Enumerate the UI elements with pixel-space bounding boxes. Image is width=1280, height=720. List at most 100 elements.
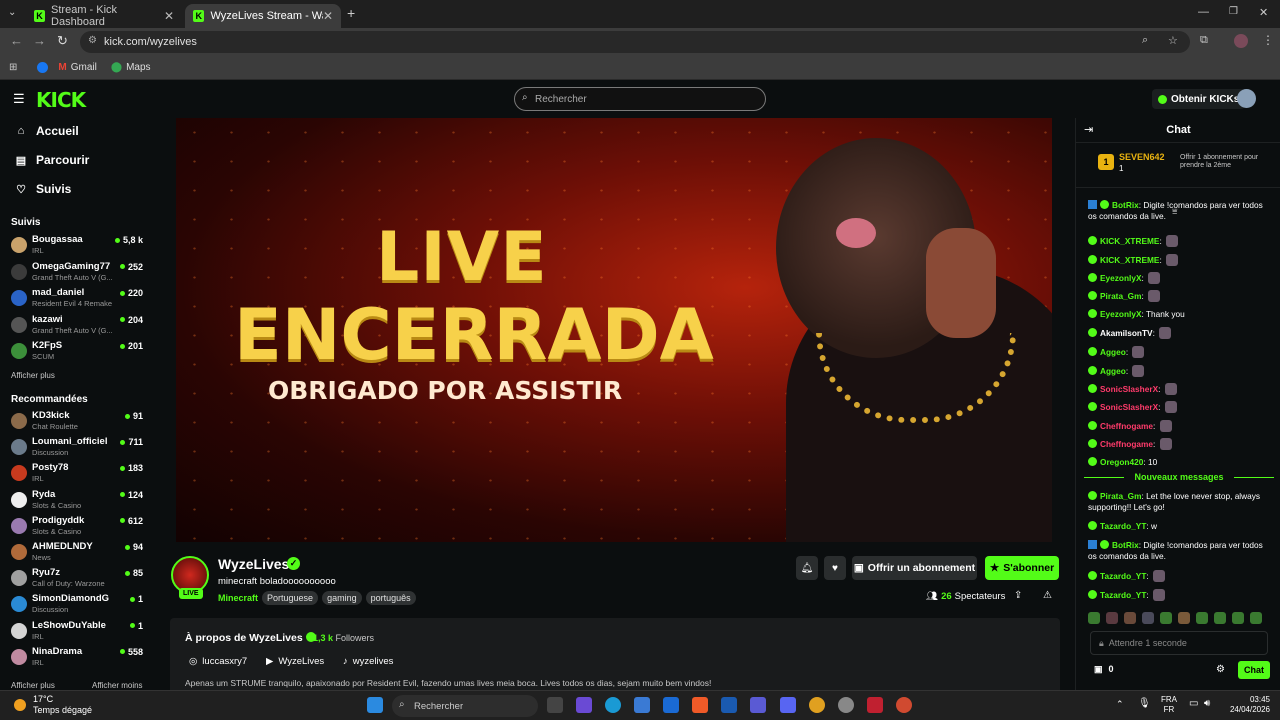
acrobat-icon[interactable] bbox=[867, 697, 883, 713]
instagram-link[interactable]: ◎ luccasxry7 bbox=[189, 656, 247, 667]
sidebar-channel[interactable]: SimonDiamondG Discussion 1 bbox=[11, 593, 145, 617]
close-tab-icon[interactable]: ✕ bbox=[323, 9, 333, 23]
brave-icon[interactable] bbox=[692, 697, 708, 713]
chat-username[interactable]: Tazardo_YT bbox=[1100, 521, 1146, 531]
subscribe-button[interactable]: ★ S'abonner bbox=[985, 556, 1059, 580]
sidebar-channel[interactable]: Ryda Slots & Casino 124 bbox=[11, 489, 145, 513]
nav-following[interactable]: ♡ Suivis bbox=[14, 182, 71, 196]
emote-icon[interactable] bbox=[1124, 612, 1136, 624]
browser-menu-icon[interactable]: ⋮ bbox=[1262, 33, 1274, 47]
get-kicks-button[interactable]: Obtenir KICKs bbox=[1152, 89, 1246, 109]
chat-username[interactable]: BotRix bbox=[1112, 540, 1139, 550]
chat-username[interactable]: EyezonlyX bbox=[1100, 273, 1142, 283]
sidebar-channel[interactable]: OmegaGaming77 Grand Theft Auto V (G... 252 bbox=[11, 261, 145, 285]
sidebar-channel[interactable]: Ryu7z Call of Duty: Warzone 85 bbox=[11, 567, 145, 591]
channel-name[interactable]: WyzeLives bbox=[218, 556, 289, 572]
sidebar-channel[interactable]: Loumani_officiel Discussion 711 bbox=[11, 436, 145, 460]
share-icon[interactable]: ⇪ bbox=[1014, 590, 1022, 601]
microphone-icon[interactable]: 🎙︎ bbox=[1138, 698, 1151, 709]
chat-username[interactable]: SonicSlasherX bbox=[1100, 384, 1158, 394]
sidebar-channel[interactable]: LeShowDuYable IRL 1 bbox=[11, 620, 145, 644]
sidebar-channel[interactable]: Prodigyddk Slots & Casino 612 bbox=[11, 515, 145, 539]
volume-icon[interactable]: 🔊︎ bbox=[1204, 698, 1210, 709]
sidebar-channel[interactable]: K2FpS SCUM 201 bbox=[11, 340, 145, 364]
tiktok-link[interactable]: ♪ wyzelives bbox=[343, 656, 393, 667]
sidebar-channel[interactable]: NinaDrama IRL 558 bbox=[11, 646, 145, 670]
video-player[interactable]: LIVE ENCERRADA OBRIGADO POR ASSISTIR bbox=[176, 118, 1052, 542]
chat-username[interactable]: KICK_XTREME bbox=[1100, 236, 1159, 246]
maximize-icon[interactable]: ❐ bbox=[1229, 6, 1238, 17]
sidebar-channel[interactable]: Bougassaa IRL 5,8 k bbox=[11, 234, 145, 258]
nav-home[interactable]: ⌂ Accueil bbox=[14, 124, 79, 138]
tab-kick-dashboard[interactable]: K Stream - Kick Dashboard ✕ bbox=[26, 4, 182, 28]
url-field[interactable]: ⚙ kick.com/wyzelives ⌕ ☆ bbox=[80, 31, 1190, 53]
tag-chip[interactable]: gaming bbox=[322, 591, 362, 605]
obs-icon[interactable] bbox=[838, 697, 854, 713]
youtube-link[interactable]: ▶ WyzeLives bbox=[266, 656, 324, 667]
chat-input[interactable]: 🔒︎ Attendre 1 seconde bbox=[1090, 631, 1268, 655]
gift-prompt[interactable]: Offrir 1 abonnement pour prendre la 2ème bbox=[1180, 154, 1276, 170]
emote-icon[interactable] bbox=[1142, 612, 1154, 624]
kicks-balance[interactable]: ▣ 0 bbox=[1094, 664, 1114, 675]
teams-icon[interactable] bbox=[750, 697, 766, 713]
tag-chip[interactable]: Portuguese bbox=[262, 591, 319, 605]
search-input[interactable]: ⌕ Rechercher bbox=[514, 87, 766, 111]
forward-icon[interactable]: → bbox=[33, 33, 46, 48]
emote-icon[interactable] bbox=[1196, 612, 1208, 624]
chat-username[interactable]: BotRix bbox=[1112, 200, 1139, 210]
sidebar-channel[interactable]: Posty78 IRL 183 bbox=[11, 462, 145, 486]
category-link[interactable]: Minecraft bbox=[218, 593, 258, 603]
bookmark-maps[interactable]: Maps bbox=[126, 62, 150, 73]
copilot-icon[interactable] bbox=[576, 697, 592, 713]
chat-username[interactable]: Oregon420 bbox=[1100, 457, 1143, 467]
show-less-recommended[interactable]: Afficher moins bbox=[92, 681, 143, 690]
kick-logo[interactable]: KICK bbox=[36, 88, 86, 112]
show-more-followed[interactable]: Afficher plus bbox=[11, 371, 55, 380]
tray-chevron-icon[interactable]: ⌃ bbox=[1116, 699, 1124, 710]
store-icon[interactable] bbox=[634, 697, 650, 713]
discord-icon[interactable] bbox=[780, 697, 796, 713]
outlook-icon[interactable] bbox=[663, 697, 679, 713]
chat-settings-icon[interactable]: ⚙ bbox=[1216, 664, 1225, 675]
bookmark-gmail[interactable]: Gmail bbox=[71, 62, 97, 73]
menu-icon[interactable]: ☰ bbox=[13, 91, 25, 107]
weather-widget[interactable]: 17°C Temps dégagé bbox=[33, 694, 92, 716]
emote-icon[interactable] bbox=[1160, 612, 1172, 624]
chat-username[interactable]: Aggeo bbox=[1100, 366, 1126, 376]
chat-username[interactable]: Cheffnogame bbox=[1100, 421, 1153, 431]
nav-browse[interactable]: ▤ Parcourir bbox=[14, 153, 90, 167]
clock[interactable]: 03:45 24/04/2026 bbox=[1222, 695, 1270, 715]
zoom-icon[interactable]: ⌕ bbox=[1142, 34, 1148, 47]
tab-list-icon[interactable]: ⌄ bbox=[8, 7, 16, 18]
chat-username[interactable]: SonicSlasherX bbox=[1100, 402, 1158, 412]
chat-username[interactable]: Tazardo_YT bbox=[1100, 571, 1146, 581]
start-windows-icon[interactable] bbox=[367, 697, 383, 713]
chrome-profile-icon[interactable] bbox=[896, 697, 912, 713]
chat-username[interactable]: Pirata_Gm bbox=[1100, 491, 1142, 501]
chat-username[interactable]: Aggeo bbox=[1100, 347, 1126, 357]
language-indicator[interactable]: FRA FR bbox=[1161, 695, 1177, 715]
sidebar-channel[interactable]: mad_daniel Resident Evil 4 Remake 220 bbox=[11, 287, 145, 311]
network-icon[interactable]: ▭ bbox=[1189, 698, 1198, 709]
site-info-icon[interactable]: ⚙ bbox=[88, 35, 97, 46]
task-view-icon[interactable] bbox=[547, 697, 563, 713]
edge-icon[interactable] bbox=[605, 697, 621, 713]
emote-icon[interactable] bbox=[1178, 612, 1190, 624]
report-icon[interactable]: ⚠ bbox=[1043, 590, 1052, 601]
emote-icon[interactable] bbox=[1088, 612, 1100, 624]
minimize-icon[interactable]: — bbox=[1198, 6, 1209, 18]
back-icon[interactable]: ← bbox=[10, 33, 23, 48]
tag-chip[interactable]: português bbox=[365, 591, 416, 605]
sidebar-channel[interactable]: AHMEDLNDY News 94 bbox=[11, 541, 145, 565]
tab-wyzelives-stream[interactable]: K WyzeLives Stream - Watch Live ✕ bbox=[185, 4, 341, 28]
app-icon[interactable] bbox=[721, 697, 737, 713]
bookmark-star-icon[interactable]: ☆ bbox=[1168, 34, 1178, 47]
facebook-bookmark-icon[interactable] bbox=[37, 62, 49, 73]
emote-icon[interactable] bbox=[1232, 612, 1244, 624]
close-window-icon[interactable]: ✕ bbox=[1259, 6, 1268, 19]
chat-username[interactable]: KICK_XTREME bbox=[1100, 255, 1159, 265]
top-gifter-name[interactable]: SEVEN642 bbox=[1119, 152, 1165, 162]
chrome-icon[interactable] bbox=[809, 697, 825, 713]
user-avatar[interactable] bbox=[1237, 89, 1256, 108]
taskbar-search[interactable]: ⌕ Rechercher bbox=[392, 695, 538, 717]
